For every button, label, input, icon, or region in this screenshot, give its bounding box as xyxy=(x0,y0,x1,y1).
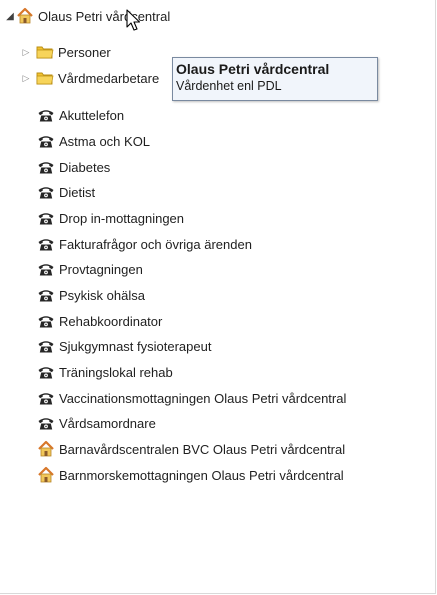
tooltip-title: Olaus Petri vårdcentral xyxy=(176,61,330,77)
tree-node-label: Barnmorskemottagningen Olaus Petri vårdc… xyxy=(59,467,344,483)
tree-node-function[interactable]: Provtagningen xyxy=(37,258,143,280)
tree-node-function[interactable]: Psykisk ohälsa xyxy=(37,284,145,306)
tree-node-function[interactable]: Astma och KOL xyxy=(37,130,150,152)
tree-node-function[interactable]: Diabetes xyxy=(37,156,110,178)
tree-node-root[interactable]: ◢ Olaus Petri vårdcentral xyxy=(4,5,170,27)
house-icon xyxy=(16,7,34,25)
tree-node-label: Diabetes xyxy=(59,159,111,175)
phone-icon xyxy=(37,235,55,253)
tree-node-label: Vårdmedarbetare xyxy=(58,70,160,86)
tree-node-function[interactable]: Sjukgymnast fysioterapeut xyxy=(37,335,211,357)
tree-node-function[interactable]: Vårdsamordnare xyxy=(37,412,156,434)
tree-node-label: Barnavårdscentralen BVC Olaus Petri vård… xyxy=(59,441,346,457)
phone-icon xyxy=(37,132,55,150)
tree-node-folder[interactable]: ▷ Personer xyxy=(20,41,111,63)
expand-triangle-icon[interactable]: ▷ xyxy=(20,72,32,84)
folder-icon xyxy=(36,43,54,61)
tree-node-label: Vårdsamordnare xyxy=(59,415,156,431)
phone-icon xyxy=(37,260,55,278)
phone-icon xyxy=(37,337,55,355)
tree-node-label: Provtagningen xyxy=(59,261,143,277)
tree-node-folder[interactable]: ▷ Vårdmedarbetare xyxy=(20,67,160,89)
tree-node-function[interactable]: Träningslokal rehab xyxy=(37,361,173,383)
tree-node-label: Akuttelefon xyxy=(59,107,125,123)
phone-icon xyxy=(37,106,55,124)
tree-node-function[interactable]: Dietist xyxy=(37,181,95,203)
tree-node-label: Astma och KOL xyxy=(59,133,151,149)
tree-node-label: Träningslokal rehab xyxy=(59,364,173,380)
house-icon xyxy=(37,466,55,484)
tree-node-function[interactable]: Vaccinationsmottagningen Olaus Petri vår… xyxy=(37,387,346,409)
tree-node-unit[interactable]: Barnmorskemottagningen Olaus Petri vårdc… xyxy=(37,464,344,486)
folder-icon xyxy=(36,69,54,87)
phone-icon xyxy=(37,363,55,381)
tree-node-label: Vaccinationsmottagningen Olaus Petri vår… xyxy=(59,390,347,406)
tree-node-unit[interactable]: Barnavårdscentralen BVC Olaus Petri vård… xyxy=(37,438,345,460)
phone-icon xyxy=(37,183,55,201)
mouse-cursor-icon xyxy=(126,9,141,31)
tree-node-label: Rehabkoordinator xyxy=(59,313,163,329)
collapse-triangle-icon[interactable]: ◢ xyxy=(4,10,16,22)
tree-node-label: Personer xyxy=(58,44,111,60)
tree-node-function[interactable]: Fakturafrågor och övriga ärenden xyxy=(37,233,252,255)
tree-node-label: Fakturafrågor och övriga ärenden xyxy=(59,236,252,252)
expand-triangle-icon[interactable]: ▷ xyxy=(20,46,32,58)
house-icon xyxy=(37,440,55,458)
phone-icon xyxy=(37,414,55,432)
phone-icon xyxy=(37,286,55,304)
phone-icon xyxy=(37,158,55,176)
tree-node-function[interactable]: Drop in-mottagningen xyxy=(37,207,184,229)
tree-node-label: Sjukgymnast fysioterapeut xyxy=(59,338,212,354)
tooltip-subtitle: Vårdenhet enl PDL xyxy=(176,79,282,93)
tree-node-label: Olaus Petri vårdcentral xyxy=(38,8,171,24)
tree-node-function[interactable]: Rehabkoordinator xyxy=(37,310,162,332)
tree-node-label: Dietist xyxy=(59,184,96,200)
tree-node-label: Drop in-mottagningen xyxy=(59,210,185,226)
phone-icon xyxy=(37,209,55,227)
tooltip: Olaus Petri vårdcentral Vårdenhet enl PD… xyxy=(172,57,378,101)
tree-node-function[interactable]: Akuttelefon xyxy=(37,104,124,126)
phone-icon xyxy=(37,312,55,330)
tree-node-label: Psykisk ohälsa xyxy=(59,287,145,303)
phone-icon xyxy=(37,389,55,407)
